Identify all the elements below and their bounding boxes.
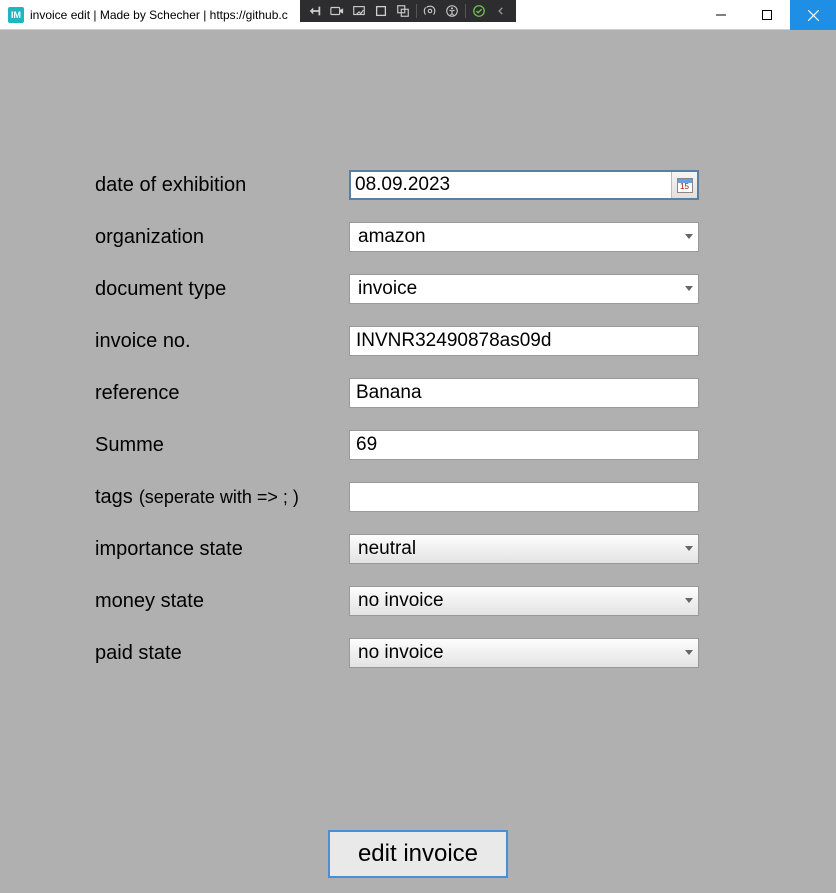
row-doctype: document type invoice bbox=[95, 272, 705, 306]
chevron-down-icon bbox=[680, 546, 698, 552]
square-icon[interactable] bbox=[370, 0, 392, 22]
row-paid: paid state no invoice bbox=[95, 636, 705, 670]
debug-toolbar bbox=[300, 0, 516, 22]
date-input[interactable] bbox=[351, 172, 671, 198]
close-button[interactable] bbox=[790, 0, 836, 30]
row-money: money state no invoice bbox=[95, 584, 705, 618]
submit-area: edit invoice bbox=[0, 830, 836, 878]
label-doctype: document type bbox=[95, 278, 349, 301]
debug-step-icon[interactable] bbox=[304, 0, 326, 22]
record-icon[interactable] bbox=[326, 0, 348, 22]
label-date: date of exhibition bbox=[95, 174, 349, 197]
label-tags: tags bbox=[95, 486, 133, 509]
importance-value: neutral bbox=[350, 538, 680, 560]
row-sum: Summe bbox=[95, 428, 705, 462]
date-picker[interactable]: 15 bbox=[349, 170, 699, 200]
form-panel: date of exhibition 15 organization amazo… bbox=[0, 30, 836, 893]
status-ok-icon[interactable] bbox=[468, 0, 490, 22]
paid-combo[interactable]: no invoice bbox=[349, 638, 699, 668]
doctype-combo[interactable]: invoice bbox=[349, 274, 699, 304]
calendar-icon: 15 bbox=[677, 178, 693, 193]
wifi-icon[interactable] bbox=[419, 0, 441, 22]
chevron-down-icon bbox=[680, 598, 698, 604]
money-combo[interactable]: no invoice bbox=[349, 586, 699, 616]
chevron-down-icon bbox=[680, 286, 698, 292]
accessibility-icon[interactable] bbox=[441, 0, 463, 22]
separator bbox=[416, 4, 417, 18]
client-area: date of exhibition 15 organization amazo… bbox=[0, 30, 836, 893]
label-organization: organization bbox=[95, 226, 349, 249]
maximize-button[interactable] bbox=[744, 0, 790, 30]
calendar-button[interactable]: 15 bbox=[671, 172, 697, 198]
label-reference: reference bbox=[95, 382, 349, 405]
row-tags: tags (seperate with => ; ) bbox=[95, 480, 705, 514]
label-money: money state bbox=[95, 590, 349, 613]
organization-combo[interactable]: amazon bbox=[349, 222, 699, 252]
organization-value: amazon bbox=[350, 226, 680, 248]
app-icon: IM bbox=[8, 7, 24, 23]
row-invoiceno: invoice no. bbox=[95, 324, 705, 358]
screenshot-icon[interactable] bbox=[348, 0, 370, 22]
chevron-down-icon bbox=[680, 650, 698, 656]
money-value: no invoice bbox=[350, 590, 680, 612]
row-date: date of exhibition 15 bbox=[95, 168, 705, 202]
title-bar: IM invoice edit | Made by Schecher | htt… bbox=[0, 0, 836, 30]
label-paid: paid state bbox=[95, 642, 349, 665]
sum-input[interactable] bbox=[349, 430, 699, 460]
window-controls bbox=[698, 0, 836, 30]
doctype-value: invoice bbox=[350, 278, 680, 300]
minimize-button[interactable] bbox=[698, 0, 744, 30]
label-invoiceno: invoice no. bbox=[95, 330, 349, 353]
edit-invoice-button[interactable]: edit invoice bbox=[328, 830, 508, 878]
importance-combo[interactable]: neutral bbox=[349, 534, 699, 564]
overlay-icon[interactable] bbox=[392, 0, 414, 22]
chevron-down-icon bbox=[680, 234, 698, 240]
label-sum: Summe bbox=[95, 434, 349, 457]
tags-hint: (seperate with => ; ) bbox=[139, 487, 299, 508]
reference-input[interactable] bbox=[349, 378, 699, 408]
row-importance: importance state neutral bbox=[95, 532, 705, 566]
invoice-form: date of exhibition 15 organization amazo… bbox=[95, 168, 705, 688]
separator bbox=[465, 4, 466, 18]
row-reference: reference bbox=[95, 376, 705, 410]
invoiceno-input[interactable] bbox=[349, 326, 699, 356]
paid-value: no invoice bbox=[350, 642, 680, 664]
chevron-left-icon[interactable] bbox=[490, 0, 512, 22]
row-organization: organization amazon bbox=[95, 220, 705, 254]
label-importance: importance state bbox=[95, 538, 349, 561]
tags-input[interactable] bbox=[349, 482, 699, 512]
window-title: invoice edit | Made by Schecher | https:… bbox=[30, 8, 288, 22]
